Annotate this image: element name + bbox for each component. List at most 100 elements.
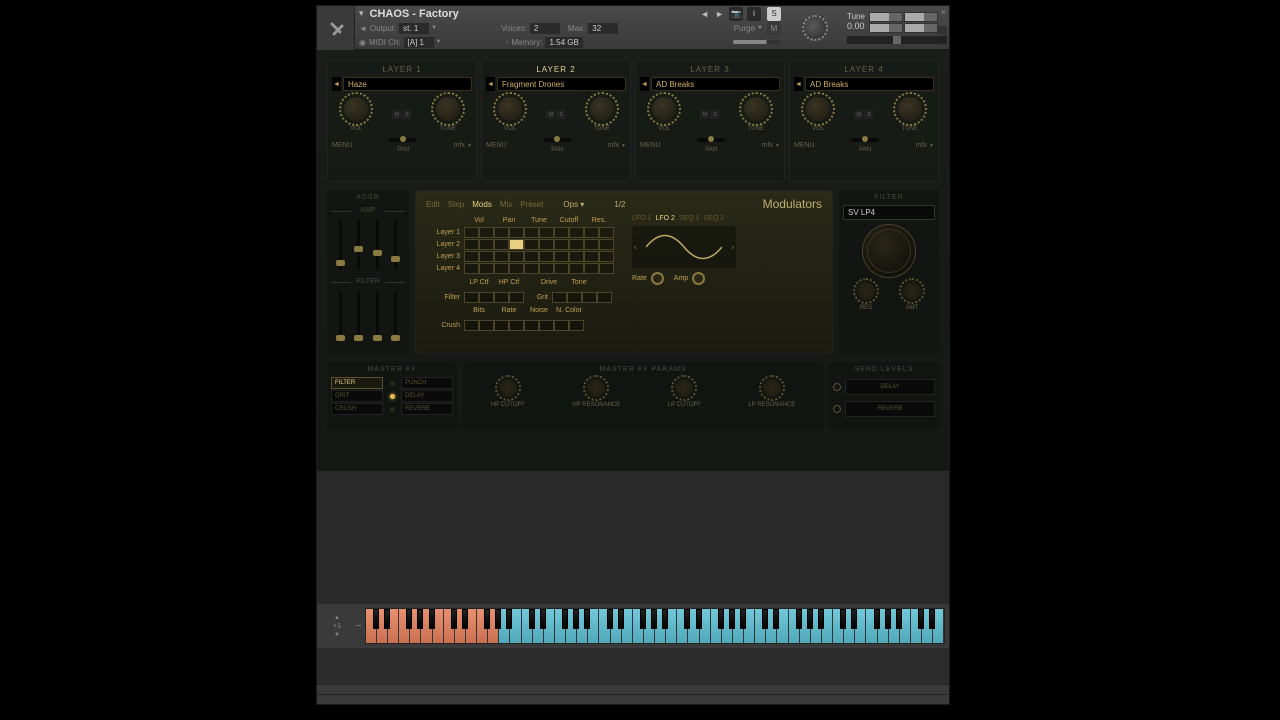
- attack-slider[interactable]: [339, 220, 342, 270]
- pan-slider[interactable]: [697, 138, 725, 142]
- white-key[interactable]: [866, 609, 877, 643]
- black-key[interactable]: [429, 609, 435, 629]
- ops-menu[interactable]: Ops ▾: [563, 200, 584, 209]
- mute-button[interactable]: M: [700, 110, 709, 119]
- au-icon[interactable]: [938, 26, 947, 35]
- black-key[interactable]: [506, 609, 512, 629]
- menu-button[interactable]: MENU: [332, 142, 353, 149]
- black-key[interactable]: [384, 609, 390, 629]
- white-key[interactable]: [677, 609, 688, 643]
- black-key[interactable]: [662, 609, 668, 629]
- black-key[interactable]: [796, 609, 802, 629]
- output-field[interactable]: ◄ Output: st. 1 ▼: [359, 23, 437, 34]
- tune-knob[interactable]: [898, 97, 922, 121]
- prev-patch-button[interactable]: ◄: [697, 9, 712, 19]
- matrix-cell[interactable]: [464, 263, 479, 274]
- mute-button[interactable]: M: [546, 110, 555, 119]
- pan-slider[interactable]: [851, 138, 879, 142]
- mfx-button[interactable]: mfx▼: [762, 142, 780, 149]
- black-key[interactable]: [540, 609, 546, 629]
- tune-knob[interactable]: [744, 97, 768, 121]
- octave-up-icon[interactable]: ▲: [334, 615, 340, 621]
- matrix-cell[interactable]: [569, 263, 584, 274]
- white-key[interactable]: [833, 609, 844, 643]
- volume-knob[interactable]: [344, 97, 368, 121]
- layer-tab[interactable]: LAYER 4: [794, 65, 934, 74]
- preset-name[interactable]: AD Breaks: [805, 77, 934, 91]
- matrix-cell[interactable]: [509, 251, 524, 262]
- black-key[interactable]: [406, 609, 412, 629]
- black-key[interactable]: [729, 609, 735, 629]
- mfx-button[interactable]: mfx▼: [454, 142, 472, 149]
- white-key[interactable]: [399, 609, 410, 643]
- tune-knob[interactable]: [436, 97, 460, 121]
- matrix-cell[interactable]: [464, 227, 479, 238]
- matrix-cell[interactable]: [539, 227, 554, 238]
- matrix-cell[interactable]: [539, 320, 554, 331]
- matrix-cell[interactable]: [479, 320, 494, 331]
- amount-knob[interactable]: [903, 282, 921, 300]
- resonance-knob[interactable]: [857, 282, 875, 300]
- tab-step[interactable]: Step: [448, 200, 464, 209]
- tune-value[interactable]: 0.00: [847, 21, 865, 31]
- mfx-button[interactable]: mfx▼: [916, 142, 934, 149]
- seq2-tab[interactable]: SEQ 2: [704, 215, 725, 222]
- matrix-cell[interactable]: [494, 263, 509, 274]
- octave-down-icon[interactable]: ▼: [334, 632, 340, 638]
- white-key[interactable]: [366, 609, 377, 643]
- black-key[interactable]: [918, 609, 924, 629]
- black-key[interactable]: [929, 609, 935, 629]
- fx-button-grit[interactable]: GRIT: [331, 390, 383, 402]
- patch-name[interactable]: CHAOS - Factory: [370, 8, 698, 20]
- fx-button-crush[interactable]: CRUSH: [331, 403, 383, 415]
- f-sustain-slider[interactable]: [376, 291, 379, 341]
- matrix-cell[interactable]: [509, 227, 524, 238]
- matrix-cell[interactable]: [554, 239, 569, 250]
- matrix-cell[interactable]: [509, 320, 524, 331]
- black-key[interactable]: [874, 609, 880, 629]
- page-indicator[interactable]: 1/2: [614, 200, 625, 209]
- tab-preset[interactable]: Preset: [520, 200, 543, 209]
- rate-knob[interactable]: [651, 272, 664, 285]
- volume-knob[interactable]: [652, 97, 676, 121]
- info-icon[interactable]: i: [747, 7, 761, 21]
- matrix-cell[interactable]: [567, 292, 582, 303]
- matrix-cell[interactable]: [569, 239, 584, 250]
- preset-name[interactable]: Fragment Drones: [497, 77, 626, 91]
- f-release-slider[interactable]: [394, 291, 397, 341]
- fx-button-punch[interactable]: PUNCH: [401, 377, 453, 389]
- matrix-cell[interactable]: [582, 292, 597, 303]
- black-key[interactable]: [529, 609, 535, 629]
- black-key[interactable]: [773, 609, 779, 629]
- decay-slider[interactable]: [357, 220, 360, 270]
- layer-tab[interactable]: LAYER 1: [332, 65, 472, 74]
- black-key[interactable]: [495, 609, 501, 629]
- solo-button[interactable]: S: [864, 110, 873, 119]
- black-key[interactable]: [562, 609, 568, 629]
- black-key[interactable]: [417, 609, 423, 629]
- send-enable-dot[interactable]: [833, 405, 841, 413]
- matrix-cell[interactable]: [584, 263, 599, 274]
- snapshot-icon[interactable]: 📷: [729, 7, 743, 21]
- matrix-cell[interactable]: [599, 263, 614, 274]
- mute-button[interactable]: M: [767, 21, 781, 35]
- lfo1-tab[interactable]: LFO 1: [632, 215, 651, 222]
- black-key[interactable]: [807, 609, 813, 629]
- matrix-cell[interactable]: [524, 320, 539, 331]
- black-key[interactable]: [818, 609, 824, 629]
- seq1-tab[interactable]: SEQ 1: [679, 215, 700, 222]
- preset-name[interactable]: AD Breaks: [651, 77, 780, 91]
- fx-param-knob[interactable]: [763, 379, 781, 397]
- black-key[interactable]: [462, 609, 468, 629]
- lfo2-tab[interactable]: LFO 2: [655, 215, 674, 222]
- kb-scroll-left[interactable]: −: [353, 621, 365, 632]
- tab-mods[interactable]: Mods: [472, 200, 492, 209]
- matrix-cell[interactable]: [524, 227, 539, 238]
- fx-param-knob[interactable]: [499, 379, 517, 397]
- mute-button[interactable]: M: [392, 110, 401, 119]
- tab-mix[interactable]: Mix: [500, 200, 512, 209]
- max-field[interactable]: Max: 32: [568, 23, 618, 34]
- send-button-delay[interactable]: DELAY: [845, 379, 935, 395]
- white-key[interactable]: [555, 609, 566, 643]
- f-decay-slider[interactable]: [357, 291, 360, 341]
